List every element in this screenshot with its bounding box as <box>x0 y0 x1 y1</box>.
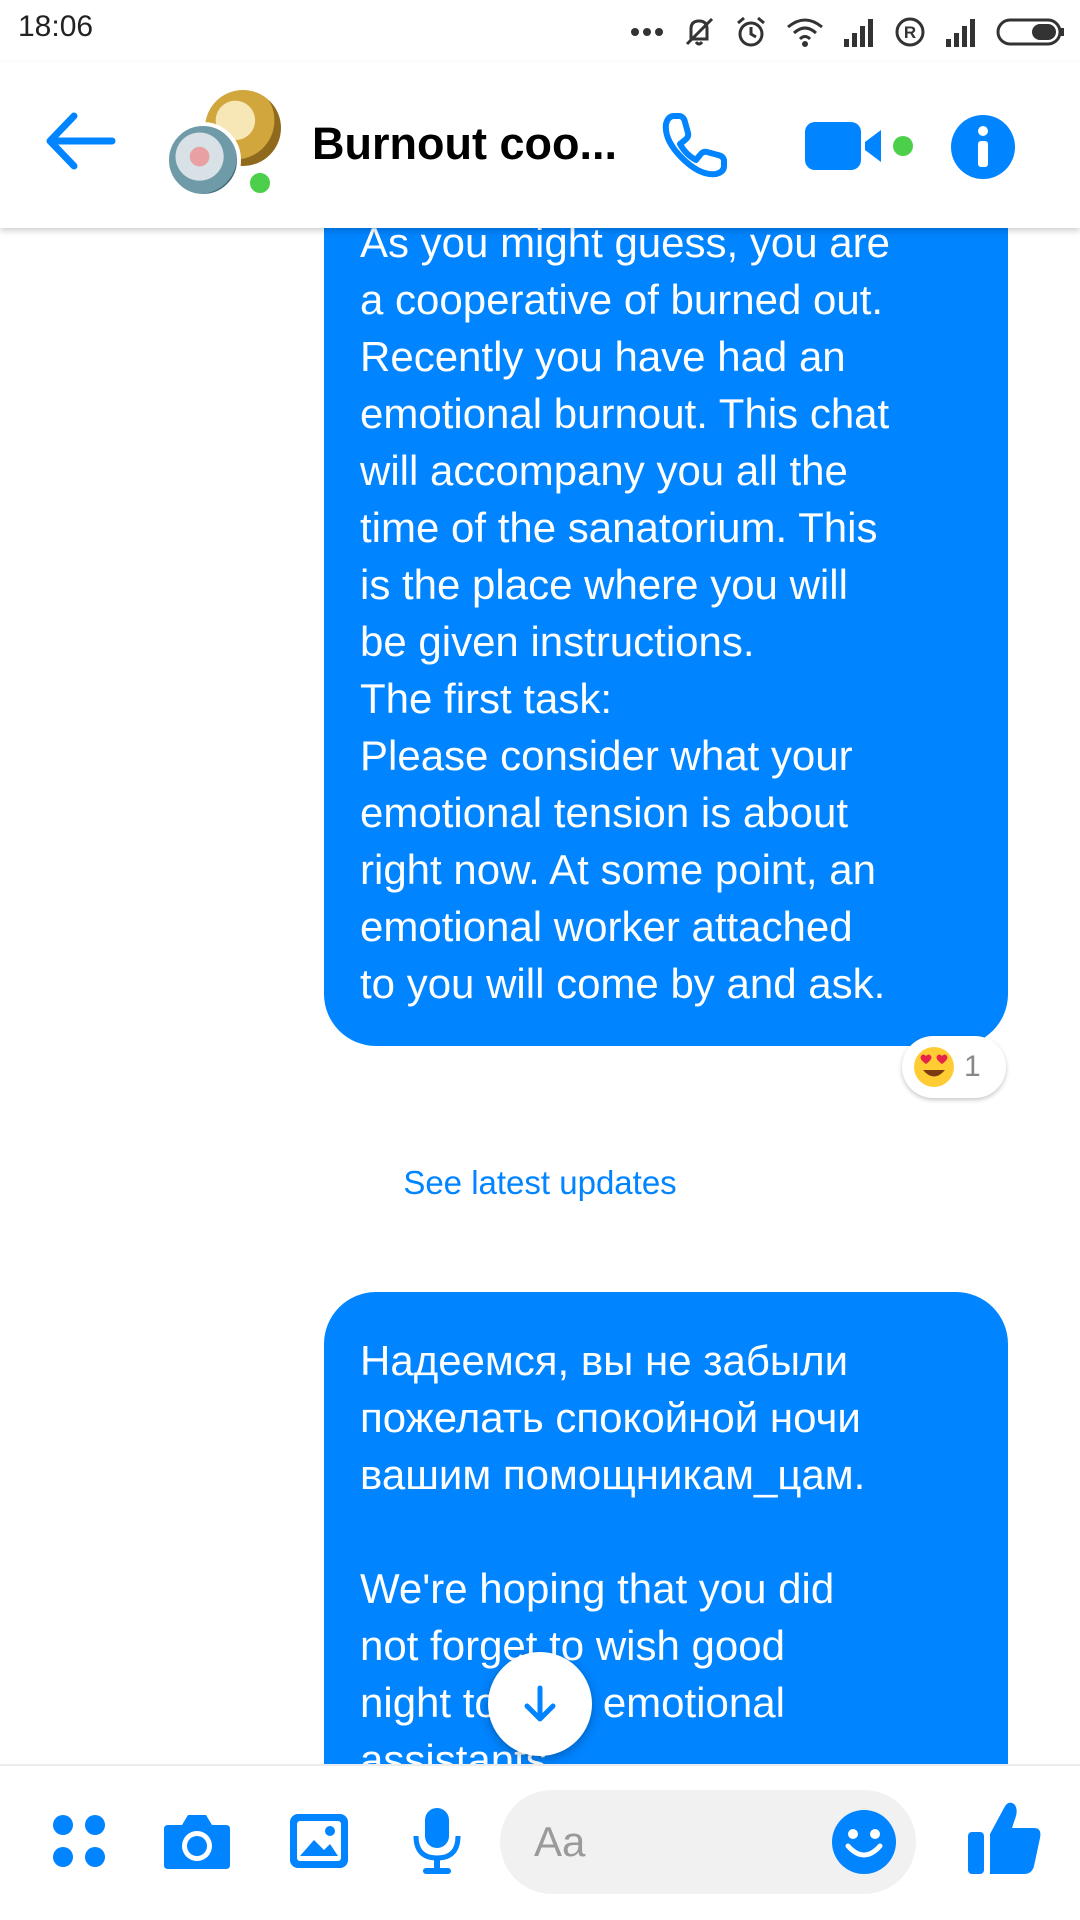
status-bar: 18:06 R <box>0 0 1080 62</box>
message-line: Надеемся, вы не забыли <box>360 1337 849 1384</box>
battery-icon <box>996 18 1064 46</box>
message-text: As you might guess, you are a cooperativ… <box>360 228 890 1012</box>
arrow-down-icon <box>524 1685 556 1722</box>
svg-text:R: R <box>904 23 916 42</box>
video-call-button[interactable] <box>805 118 915 174</box>
info-button[interactable] <box>950 114 1016 180</box>
chat-header: Burnout coo... <box>0 62 1080 228</box>
message-line: emotional worker attached <box>360 903 853 950</box>
info-icon <box>951 115 1015 179</box>
message-list[interactable]: As you might guess, you are a cooperativ… <box>0 228 1080 1764</box>
message-line: not forget to wish good <box>360 1622 785 1669</box>
microphone-icon <box>413 1808 461 1874</box>
message-line: will accompany you all the <box>360 447 848 494</box>
chat-title[interactable]: Burnout coo... <box>312 118 617 170</box>
message-line: time of the sanatorium. This <box>360 504 878 551</box>
scroll-to-bottom-button[interactable] <box>488 1652 592 1756</box>
apps-icon <box>53 1815 105 1867</box>
camera-icon <box>164 1815 230 1869</box>
message-line: is the place where you will <box>360 561 848 608</box>
thumbs-up-icon <box>968 1802 1041 1874</box>
back-button[interactable] <box>42 108 118 174</box>
message-line <box>360 1503 865 1560</box>
reaction-count: 1 <box>964 1050 981 1083</box>
signal-icon <box>844 19 873 47</box>
status-icons: R <box>630 12 1066 52</box>
message-input[interactable] <box>534 1790 814 1894</box>
message-line: right now. At some point, an <box>360 846 876 893</box>
message-bubble[interactable]: Надеемся, вы не забыли пожелать спокойно… <box>324 1292 1008 1764</box>
wifi-icon <box>787 18 823 47</box>
gallery-button[interactable] <box>284 1806 354 1876</box>
message-line: night to your emotional <box>360 1679 785 1726</box>
camera-button[interactable] <box>162 1806 232 1876</box>
message-line: Recently you have had an <box>360 333 846 380</box>
message-line: The first task: <box>360 675 613 722</box>
mute-icon <box>685 17 714 46</box>
message-line: We're hoping that you did <box>360 1565 835 1612</box>
message-line: emotional burnout. This chat <box>360 390 890 437</box>
message-text: Надеемся, вы не забыли пожелать спокойно… <box>360 1332 865 1764</box>
voice-call-button[interactable] <box>660 110 730 180</box>
message-line: Please consider what your <box>360 732 853 779</box>
phone-icon <box>662 113 727 178</box>
gallery-icon <box>290 1814 348 1868</box>
message-line: a cooperative of burned out. <box>360 276 884 323</box>
emoji-icon <box>832 1810 896 1874</box>
status-time: 18:06 <box>18 10 94 43</box>
emoji-button[interactable] <box>830 1808 898 1876</box>
message-line: to you will come by and ask. <box>360 960 886 1007</box>
group-avatar[interactable] <box>165 90 285 204</box>
back-arrow-icon <box>46 112 116 170</box>
see-latest-updates-link[interactable]: See latest updates <box>0 1164 1080 1202</box>
message-input-container <box>500 1790 916 1894</box>
registered-icon: R <box>895 17 925 47</box>
video-camera-icon <box>805 122 913 170</box>
message-bubble[interactable]: As you might guess, you are a cooperativ… <box>324 228 1008 1046</box>
online-indicator <box>245 168 275 198</box>
more-dots-icon <box>631 28 663 36</box>
alarm-icon <box>737 16 765 47</box>
message-line: assistants. <box>360 1736 559 1764</box>
message-line: As you might guess, you are <box>360 228 890 266</box>
reaction-badge[interactable]: 1 <box>902 1036 1006 1098</box>
signal-icon <box>946 19 975 47</box>
message-line: вашим помощникам_цам. <box>360 1451 866 1498</box>
heart-eyes-icon <box>914 1047 954 1087</box>
message-line: пожелать спокойной ночи <box>360 1394 861 1441</box>
composer-bar <box>0 1764 1080 1920</box>
apps-button[interactable] <box>44 1806 114 1876</box>
message-line: be given instructions. <box>360 618 755 665</box>
voice-message-button[interactable] <box>402 1806 472 1876</box>
like-button[interactable] <box>964 1798 1044 1878</box>
avatar <box>165 122 241 198</box>
message-line: emotional tension is about <box>360 789 848 836</box>
